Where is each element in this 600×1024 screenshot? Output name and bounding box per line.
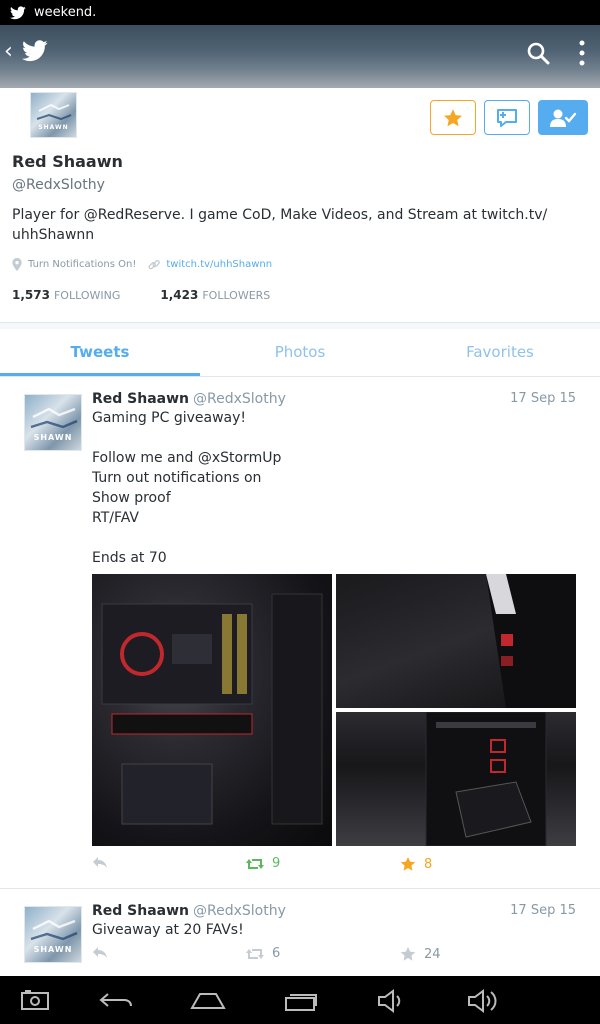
twitter-logo-icon[interactable] bbox=[22, 40, 48, 62]
reply-icon bbox=[93, 857, 107, 868]
followers-stat[interactable]: 1,423 FOLLOWERS bbox=[160, 288, 270, 302]
profile-bio: Player for @RedReserve. I game CoD, Make… bbox=[12, 207, 548, 243]
tweet-photos bbox=[92, 574, 576, 846]
favorite-count: 8 bbox=[424, 856, 433, 872]
retweet-count: 9 bbox=[272, 856, 281, 871]
avatar-logo bbox=[30, 919, 78, 941]
tweet-author-handle[interactable]: @RedxSlothy bbox=[193, 903, 286, 919]
following-stat[interactable]: 1,573 FOLLOWING bbox=[12, 288, 120, 302]
back-nav-icon[interactable] bbox=[98, 988, 134, 1012]
profile-avatar[interactable]: SHAWN bbox=[30, 92, 77, 138]
tweet-text: Giveaway at 20 FAVs! bbox=[92, 922, 244, 938]
profile-header: ‹ bbox=[0, 25, 600, 88]
favorite-button[interactable]: 8 bbox=[400, 856, 432, 872]
tweet-header: Red Shaawn @RedxSlothy bbox=[92, 391, 286, 407]
pc-interior-illustration bbox=[101, 593, 323, 825]
system-nav-bar bbox=[0, 976, 600, 1024]
divider bbox=[0, 888, 600, 889]
tab-photos[interactable]: Photos bbox=[200, 329, 400, 376]
message-icon bbox=[497, 108, 517, 127]
retweet-icon bbox=[246, 858, 264, 869]
link-icon bbox=[148, 259, 161, 269]
tweet-author-handle[interactable]: @RedxSlothy bbox=[193, 391, 286, 407]
star-icon bbox=[444, 108, 462, 126]
tweet-photo-pc-interior[interactable] bbox=[92, 574, 332, 846]
home-icon[interactable] bbox=[188, 988, 228, 1012]
profile-handle: @RedxSlothy bbox=[12, 177, 105, 193]
pc-front-illustration bbox=[425, 712, 547, 846]
recents-icon[interactable] bbox=[282, 988, 320, 1012]
favorite-button[interactable]: 24 bbox=[400, 946, 441, 962]
avatar-text: SHAWN bbox=[33, 433, 73, 442]
tab-favorites[interactable]: Favorites bbox=[400, 329, 600, 376]
avatar-logo bbox=[30, 407, 78, 429]
avatar-logo bbox=[36, 103, 72, 121]
tweet-date: 17 Sep 15 bbox=[510, 903, 576, 918]
tweet-date: 17 Sep 15 bbox=[510, 391, 576, 406]
retweet-icon bbox=[246, 948, 264, 959]
reply-button[interactable] bbox=[92, 946, 108, 959]
favorite-count: 24 bbox=[424, 946, 441, 962]
tweet-actions: 6 24 bbox=[92, 946, 576, 966]
volume-up-icon[interactable] bbox=[466, 988, 502, 1014]
status-bar: weekend. bbox=[0, 0, 600, 25]
followers-label: FOLLOWERS bbox=[202, 289, 271, 302]
reply-button[interactable] bbox=[92, 856, 108, 869]
profile-name: Red Shaawn bbox=[12, 152, 123, 171]
profile-counts: 1,573 FOLLOWING 1,423 FOLLOWERS bbox=[12, 288, 270, 302]
status-text: weekend. bbox=[34, 5, 97, 20]
profile-tabs: Tweets Photos Favorites bbox=[0, 329, 600, 377]
followers-count: 1,423 bbox=[160, 288, 199, 302]
reply-icon bbox=[93, 947, 107, 958]
avatar-text: SHAWN bbox=[38, 124, 69, 131]
favorite-icon bbox=[400, 947, 416, 961]
following-user-icon bbox=[550, 109, 577, 127]
tweet-avatar[interactable]: SHAWN bbox=[24, 906, 82, 963]
profile-location: Turn Notifications On! bbox=[28, 259, 137, 270]
twitter-bird-icon bbox=[10, 5, 26, 19]
tweet-photo-pc-side[interactable] bbox=[336, 574, 576, 708]
volume-down-icon[interactable] bbox=[376, 988, 408, 1014]
following-button[interactable] bbox=[538, 100, 588, 135]
profile-url[interactable]: twitch.tv/uhhShawnn bbox=[166, 259, 272, 270]
tweet-photo-pc-front[interactable] bbox=[336, 712, 576, 846]
message-button[interactable] bbox=[484, 100, 530, 135]
avatar-text: SHAWN bbox=[33, 945, 73, 954]
pc-side-illustration bbox=[486, 574, 576, 708]
tweet-avatar[interactable]: SHAWN bbox=[24, 394, 82, 451]
retweet-count: 6 bbox=[272, 946, 281, 961]
screenshot-icon[interactable] bbox=[20, 988, 50, 1012]
following-label: FOLLOWING bbox=[53, 289, 121, 302]
location-icon bbox=[12, 258, 22, 271]
tab-tweets[interactable]: Tweets bbox=[0, 329, 200, 376]
retweet-button[interactable]: 6 bbox=[246, 946, 280, 961]
tweet-actions: 9 8 bbox=[92, 856, 576, 876]
more-icon[interactable] bbox=[577, 39, 587, 67]
favorite-icon bbox=[400, 857, 416, 871]
favorite-profile-button[interactable] bbox=[430, 100, 476, 135]
tweet-header: Red Shaawn @RedxSlothy bbox=[92, 903, 286, 919]
retweet-button[interactable]: 9 bbox=[246, 856, 280, 871]
profile-meta: Turn Notifications On! twitch.tv/uhhShaw… bbox=[12, 258, 272, 271]
tweet-author-name[interactable]: Red Shaawn bbox=[92, 903, 189, 919]
search-icon[interactable] bbox=[526, 41, 550, 65]
back-icon[interactable]: ‹ bbox=[4, 41, 13, 63]
tweet-text: Gaming PC giveaway! Follow me and @xStor… bbox=[92, 410, 282, 566]
tweet-author-name[interactable]: Red Shaawn bbox=[92, 391, 189, 407]
following-count: 1,573 bbox=[12, 288, 50, 302]
